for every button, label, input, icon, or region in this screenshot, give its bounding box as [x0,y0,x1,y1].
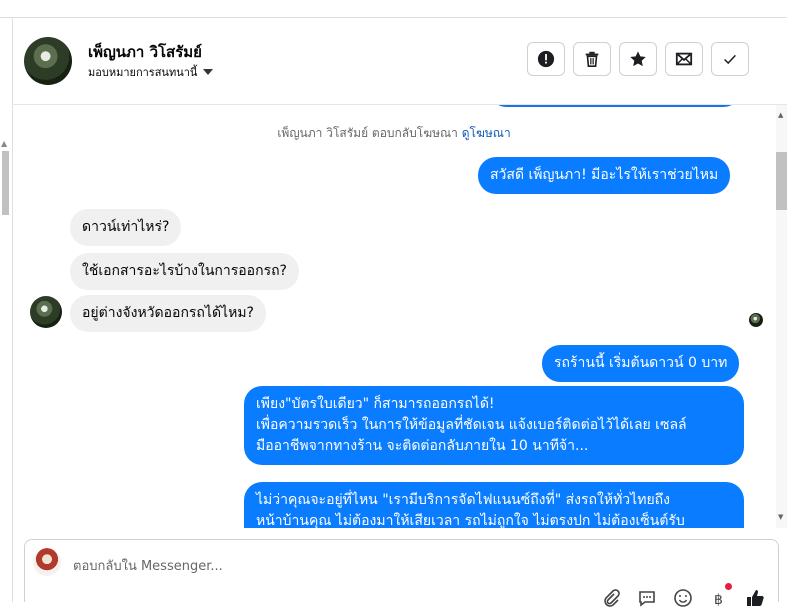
trash-icon [585,51,599,68]
message-bubble-incoming[interactable]: อยู่ต่างจังหวัดออกรถได้ไหม? [70,295,266,332]
message-line: หน้าบ้านคุณ ไม่ต้องมาให้เสียเวลา รถไม่ถู… [256,513,685,528]
caret-down-icon [203,69,214,75]
svg-text:฿: ฿ [714,592,723,608]
header-actions [527,42,749,76]
assign-label: มอบหมายการสนทนานี้ [88,66,198,79]
left-scroll-up[interactable]: ▲ [1,139,7,148]
message-bubble-outgoing[interactable]: สวัสดี เพ็ญนภา! มีอะไรให้เราช่วยไหม [478,157,731,194]
mark-done-button[interactable] [711,42,749,76]
view-ad-link[interactable]: ดูโฆษณา [462,126,511,140]
page-avatar [33,548,61,576]
ad-reply-notice: เพ็ญนภา วิโสรัมย์ ตอบกลับโฆษณา ดูโฆษณา [12,124,776,143]
star-icon [630,51,646,67]
contact-name[interactable]: เพ็ญนภา วิโสรัมย์ [88,40,202,64]
message-bubble-outgoing [490,105,740,107]
contact-avatar-small [30,296,62,328]
delete-button[interactable] [573,42,611,76]
message-bubble-outgoing[interactable]: ไม่ว่าคุณจะอยู่ที่ไหน "เรามีบริการจัดไฟแ… [244,482,744,528]
conversation-header: เพ็ญนภา วิโสรัมย์ มอบหมายการสนทนานี้ [12,18,787,105]
seen-indicator-avatar [749,313,763,327]
contact-avatar[interactable] [24,37,72,85]
thread-scrollbar[interactable]: ▲ ▼ [776,105,787,528]
message-thread[interactable]: เพ็ญนภา วิโสรัมย์ ตอบกลับโฆษณา ดูโฆษณา ส… [12,105,776,528]
follow-up-button[interactable] [619,42,657,76]
scrollbar-thumb[interactable] [776,152,787,210]
message-bubble-outgoing[interactable]: รถร้านนี้ เริ่มต้นดาวน์ 0 บาท [542,345,740,382]
notification-dot [725,583,732,590]
reply-input[interactable]: ตอบกลับใน Messenger... [73,555,223,576]
emoji-icon[interactable] [673,588,693,608]
message-line: ไม่ว่าคุณจะอยู่ที่ไหน "เรามีบริการจัดไฟแ… [256,492,670,508]
assign-conversation-dropdown[interactable]: มอบหมายการสนทนานี้ [88,63,214,81]
left-scrollbar-thumb[interactable] [2,151,9,215]
payment-icon[interactable]: ฿ [709,588,729,608]
message-line: เพื่อความรวดเร็ว ในการให้ข้อมูลที่ชัดเจน… [256,417,687,433]
scroll-down-arrow[interactable]: ▼ [778,513,783,521]
message-bubble-incoming[interactable]: ดาวน์เท่าไหร่? [70,209,182,246]
saved-reply-icon[interactable] [637,588,657,608]
message-line: เพียง"บัตรใบเดียว" ก็สามารถออกรถได้! [256,396,495,412]
attach-icon[interactable] [601,588,621,608]
scroll-up-arrow[interactable]: ▲ [778,111,783,119]
mail-icon [675,52,693,66]
mark-unread-button[interactable] [665,42,703,76]
ad-reply-text: เพ็ญนภา วิโสรัมย์ ตอบกลับโฆษณา [277,126,458,140]
composer-tools: ฿ [601,588,765,608]
like-icon[interactable] [745,588,765,608]
check-icon [724,54,736,65]
message-line: มืออาชีพจากทางร้าน จะติดต่อกลับภายใน 10 … [256,438,589,454]
message-bubble-outgoing[interactable]: เพียง"บัตรใบเดียว" ก็สามารถออกรถได้! เพื… [244,386,744,465]
message-bubble-incoming[interactable]: ใช้เอกสารอะไรบ้างในการออกรถ? [70,253,299,290]
reply-composer: ตอบกลับใน Messenger... ฿ [24,539,779,608]
mark-spam-button[interactable] [527,42,565,76]
alert-icon [537,50,555,68]
